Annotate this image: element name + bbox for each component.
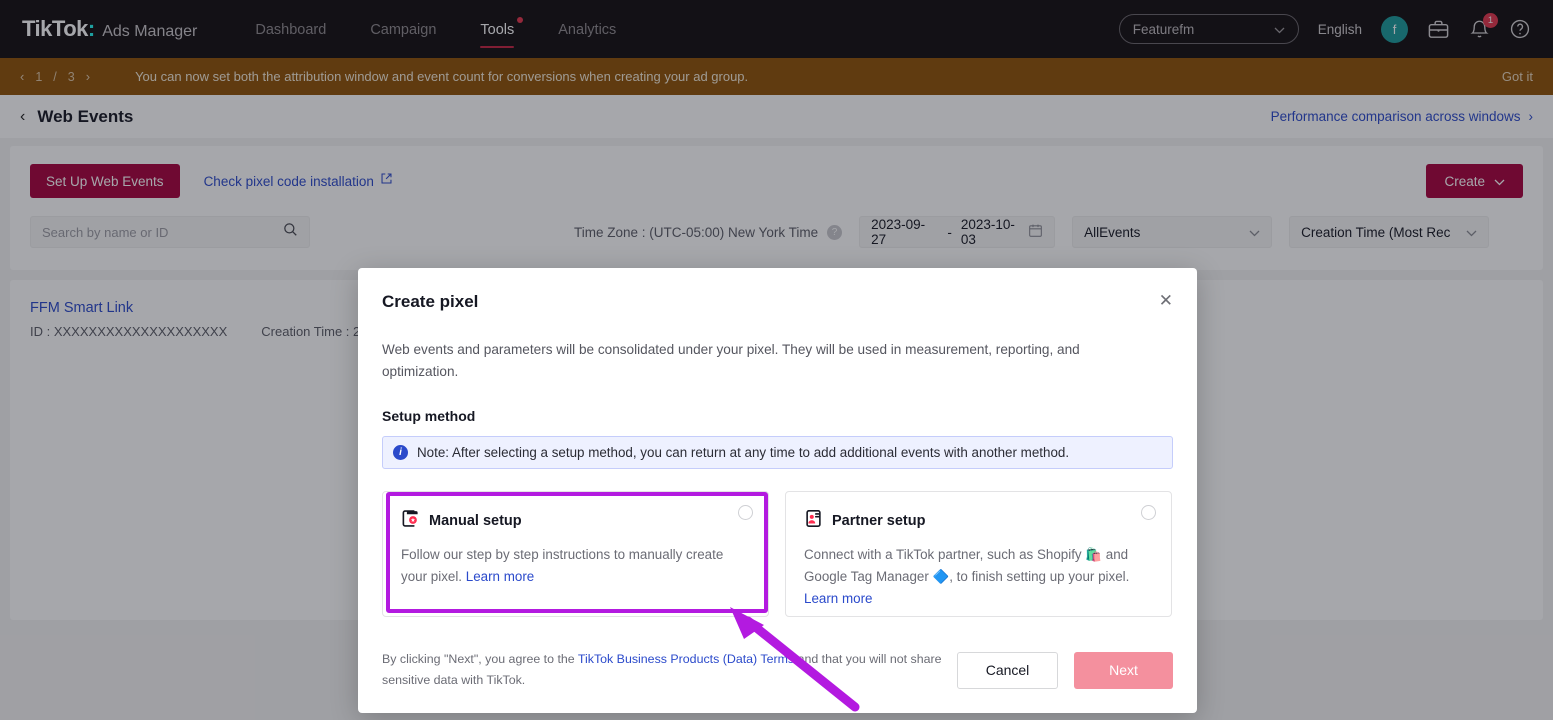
setup-method-note-banner: i Note: After selecting a setup method, … — [382, 436, 1173, 469]
setup-method-options: Manual setup Follow our step by step ins… — [382, 491, 1173, 617]
manual-setup-description-text: Follow our step by step instructions to … — [401, 547, 724, 584]
close-icon[interactable]: ✕ — [1159, 292, 1173, 309]
manual-setup-header: Manual setup — [401, 509, 750, 533]
terms-link[interactable]: TikTok Business Products (Data) Terms — [578, 652, 794, 666]
shopify-icon: 🛍️ — [1085, 547, 1103, 562]
terms-disclaimer: By clicking "Next", you agree to the Tik… — [382, 649, 942, 691]
dialog-description: Web events and parameters will be consol… — [382, 342, 1080, 379]
partner-setup-option[interactable]: Partner setup Connect with a TikTok part… — [785, 491, 1172, 617]
next-button[interactable]: Next — [1074, 651, 1173, 689]
cancel-button[interactable]: Cancel — [957, 651, 1058, 689]
partner-setup-title: Partner setup — [832, 513, 926, 529]
partner-setup-description-pre: Connect with a TikTok partner, such as S… — [804, 547, 1086, 562]
manual-setup-icon — [401, 509, 420, 533]
partner-setup-header: Partner setup — [804, 509, 1153, 533]
dialog-title: Create pixel — [382, 292, 479, 311]
app-root: TikTok: Ads Manager Dashboard Campaign T… — [0, 0, 1553, 720]
info-icon: i — [393, 445, 408, 460]
setup-method-label: Setup method — [382, 408, 476, 424]
create-pixel-dialog: Create pixel ✕ Web events and parameters… — [358, 268, 1197, 713]
manual-setup-radio[interactable] — [738, 505, 753, 520]
partner-setup-learn-more-link[interactable]: Learn more — [804, 588, 1153, 610]
partner-setup-description: Connect with a TikTok partner, such as S… — [804, 544, 1153, 610]
terms-disclaimer-pre: By clicking "Next", you agree to the — [382, 652, 578, 666]
partner-setup-radio[interactable] — [1141, 505, 1156, 520]
manual-setup-title: Manual setup — [429, 513, 522, 529]
partner-setup-icon — [804, 509, 823, 533]
manual-setup-description: Follow our step by step instructions to … — [401, 544, 750, 588]
dialog-action-buttons: Cancel Next — [957, 651, 1173, 689]
manual-setup-option[interactable]: Manual setup Follow our step by step ins… — [382, 491, 769, 617]
setup-method-note-text: Note: After selecting a setup method, yo… — [417, 445, 1070, 460]
google-tag-manager-icon: 🔷 — [932, 569, 950, 584]
manual-setup-learn-more-link[interactable]: Learn more — [466, 569, 534, 584]
dialog-footer: By clicking "Next", you agree to the Tik… — [382, 649, 1173, 691]
partner-setup-description-post: , to finish setting up your pixel. — [949, 569, 1130, 584]
